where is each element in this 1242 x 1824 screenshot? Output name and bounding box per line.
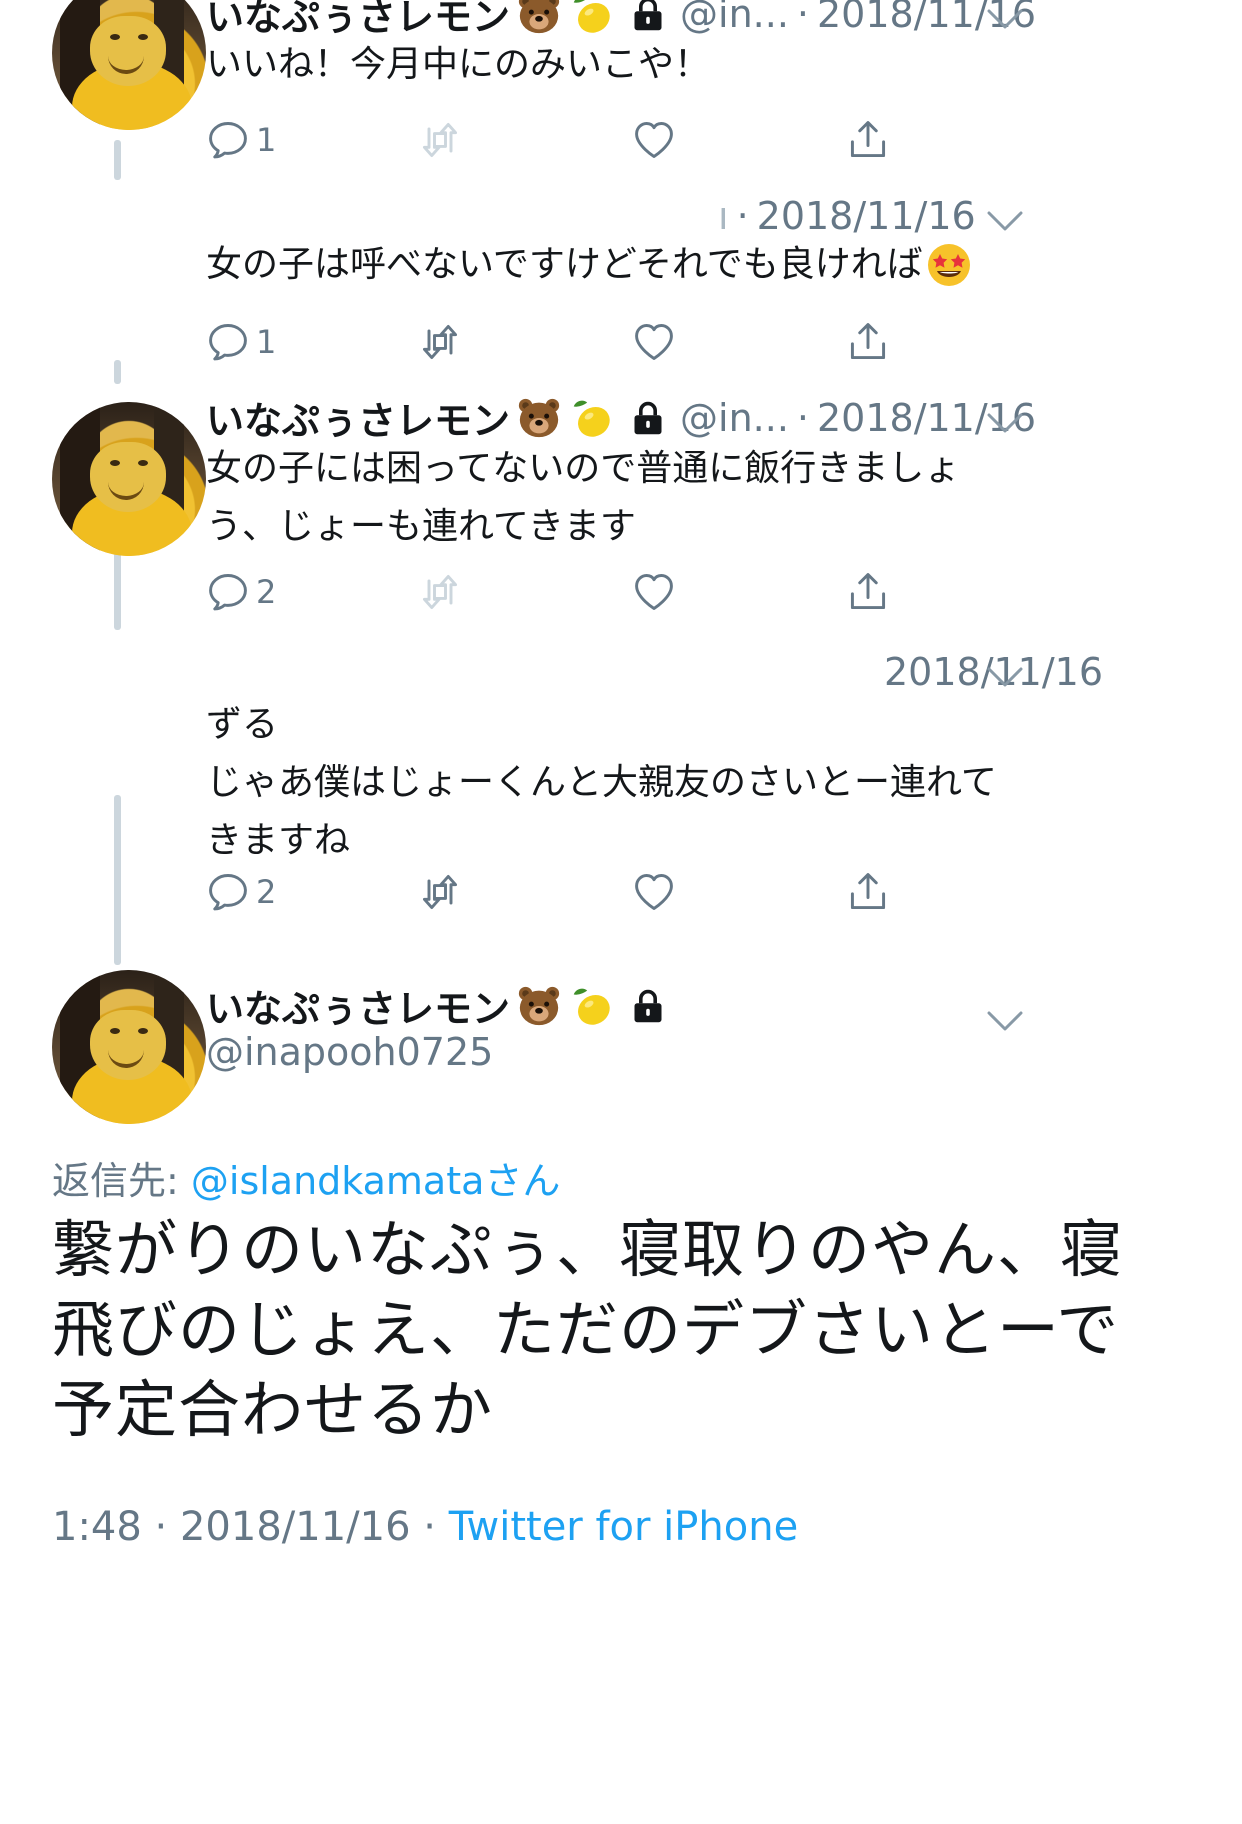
separator: · (423, 1504, 436, 1550)
tweet-text: いいね！今月中にのみいこや！ (206, 44, 711, 85)
tweet-date[interactable]: 2018/11/16 (757, 194, 976, 238)
retweet-icon (416, 570, 464, 614)
tweet[interactable]: ı · 2018/11/16 女の子は呼べないですけどそれでも良ければ 1 (0, 190, 1242, 390)
reply-to-link[interactable]: @islandkamataさん (191, 1159, 561, 1203)
main-tweet-text-line: 飛びのじょえ、ただのデブさいとーで (52, 1293, 1120, 1366)
share-button[interactable] (846, 320, 890, 364)
chevron-down-icon[interactable] (986, 206, 1024, 236)
reply-icon (206, 118, 250, 162)
tweet-header: いなぷぅさレモン @in... · 2018/11/16 (206, 390, 1036, 445)
star-struck-emoji (925, 241, 973, 289)
lock-icon (630, 400, 666, 436)
reply-count: 2 (256, 873, 277, 911)
separator: · (796, 395, 809, 440)
avatar[interactable] (52, 970, 206, 1124)
tweet-text-line: きますね (206, 820, 351, 861)
tweet[interactable]: いなぷぅさレモン @in... · 2018/11/16 いいね！今月中にのみい… (0, 0, 1242, 190)
reply-count: 1 (256, 323, 277, 361)
like-button[interactable] (632, 570, 676, 614)
author-name[interactable]: いなぷぅさレモン (206, 0, 510, 41)
handle[interactable]: @inapooh0725 (206, 1030, 493, 1074)
tweet-text: 女の子は呼べないですけどそれでも良ければ (206, 236, 973, 294)
share-button[interactable] (846, 870, 890, 914)
reply-button[interactable]: 1 (206, 118, 276, 162)
main-tweet-text: 繋がりのいなぷぅ、寝取りのやん、寝 飛びのじょえ、ただのデブさいとーで 予定合わ… (52, 1210, 1123, 1450)
retweet-button[interactable] (416, 320, 464, 364)
reply-button[interactable]: 2 (206, 870, 276, 914)
tweet[interactable]: いなぷぅさレモン @in... · 2018/11/16 女の子には困ってないの… (0, 390, 1242, 640)
chevron-down-icon[interactable] (986, 4, 1024, 34)
main-tweet: いなぷぅさレモン @inapooh0725 返信先: @islandkamata… (0, 970, 1242, 1824)
like-button[interactable] (632, 320, 676, 364)
reply-button[interactable]: 2 (206, 570, 276, 614)
share-icon (846, 320, 890, 364)
client-link[interactable]: Twitter for iPhone (449, 1504, 799, 1550)
retweet-button[interactable] (416, 570, 464, 614)
lemon-emoji (568, 395, 614, 441)
chevron-down-icon[interactable] (986, 1006, 1024, 1036)
lemon-emoji (568, 983, 614, 1029)
like-button[interactable] (632, 870, 676, 914)
tweet-text-line: 女の子には困ってないので普通に飯行きましょ (206, 448, 961, 489)
retweet-icon (416, 870, 464, 914)
like-button[interactable] (632, 118, 676, 162)
author-name[interactable]: いなぷぅさレモン (206, 978, 510, 1033)
author-row[interactable]: いなぷぅさレモン (206, 978, 666, 1033)
separator: · (154, 1504, 168, 1550)
tweet-meta-footer: 1:48 · 2018/11/16 · Twitter for iPhone (52, 1504, 798, 1550)
retweet-icon (416, 320, 464, 364)
heart-icon (632, 320, 676, 364)
reply-to: 返信先: @islandkamataさん (52, 1150, 560, 1205)
chevron-down-icon[interactable] (986, 408, 1024, 438)
heart-icon (632, 570, 676, 614)
tweet-text-line: ずる (206, 704, 279, 745)
reply-icon (206, 570, 250, 614)
bear-emoji (516, 0, 562, 37)
handle[interactable]: @in... (680, 0, 789, 36)
retweet-button[interactable] (416, 870, 464, 914)
lemon-emoji (568, 0, 614, 37)
lock-icon (630, 0, 666, 32)
reply-button[interactable]: 1 (206, 320, 276, 364)
separator: · (796, 0, 809, 36)
author-name[interactable]: いなぷぅさレモン (206, 390, 510, 445)
retweet-icon (416, 118, 464, 162)
reply-to-label: 返信先: (52, 1159, 191, 1203)
tweet-header: ı · 2018/11/16 (718, 194, 976, 238)
heart-icon (632, 118, 676, 162)
share-button[interactable] (846, 570, 890, 614)
tweet-text-line: う、じょーも連れてきます (206, 506, 636, 547)
tweet-text: 女の子には困ってないので普通に飯行きましょ う、じょーも連れてきます (206, 440, 960, 556)
tweet-text-line: じゃあ僕はじょーくんと大親友のさいとー連れて (206, 762, 997, 803)
tweet-text-content: 女の子は呼べないですけどそれでも良ければ (206, 244, 923, 285)
share-icon (846, 118, 890, 162)
bear-emoji (516, 395, 562, 441)
chevron-down-icon[interactable] (986, 662, 1024, 692)
reply-count: 2 (256, 573, 277, 611)
reply-icon (206, 320, 250, 364)
heart-icon (632, 870, 676, 914)
separator: · (736, 194, 749, 238)
share-icon (846, 870, 890, 914)
tweet-text: ずる じゃあ僕はじょーくんと大親友のさいとー連れて きますね (206, 696, 997, 870)
retweet-button[interactable] (416, 118, 464, 162)
tweet[interactable]: 2018/11/16 ずる じゃあ僕はじょーくんと大親友のさいとー連れて きます… (0, 640, 1242, 970)
main-tweet-text-line: 予定合わせるか (52, 1373, 494, 1446)
share-icon (846, 570, 890, 614)
main-tweet-text-line: 繋がりのいなぷぅ、寝取りのやん、寝 (52, 1213, 1124, 1286)
reply-icon (206, 870, 250, 914)
reply-count: 1 (256, 121, 277, 159)
tweet-header: いなぷぅさレモン @in... · 2018/11/16 (206, 0, 1036, 41)
avatar[interactable] (52, 402, 206, 556)
handle[interactable]: @in... (680, 396, 789, 440)
handle[interactable]: ı (718, 194, 729, 238)
tweet-time: 1:48 (52, 1504, 142, 1550)
bear-emoji (516, 983, 562, 1029)
avatar[interactable] (52, 0, 206, 130)
tweet-date: 2018/11/16 (179, 1504, 411, 1550)
share-button[interactable] (846, 118, 890, 162)
lock-icon (630, 988, 666, 1024)
